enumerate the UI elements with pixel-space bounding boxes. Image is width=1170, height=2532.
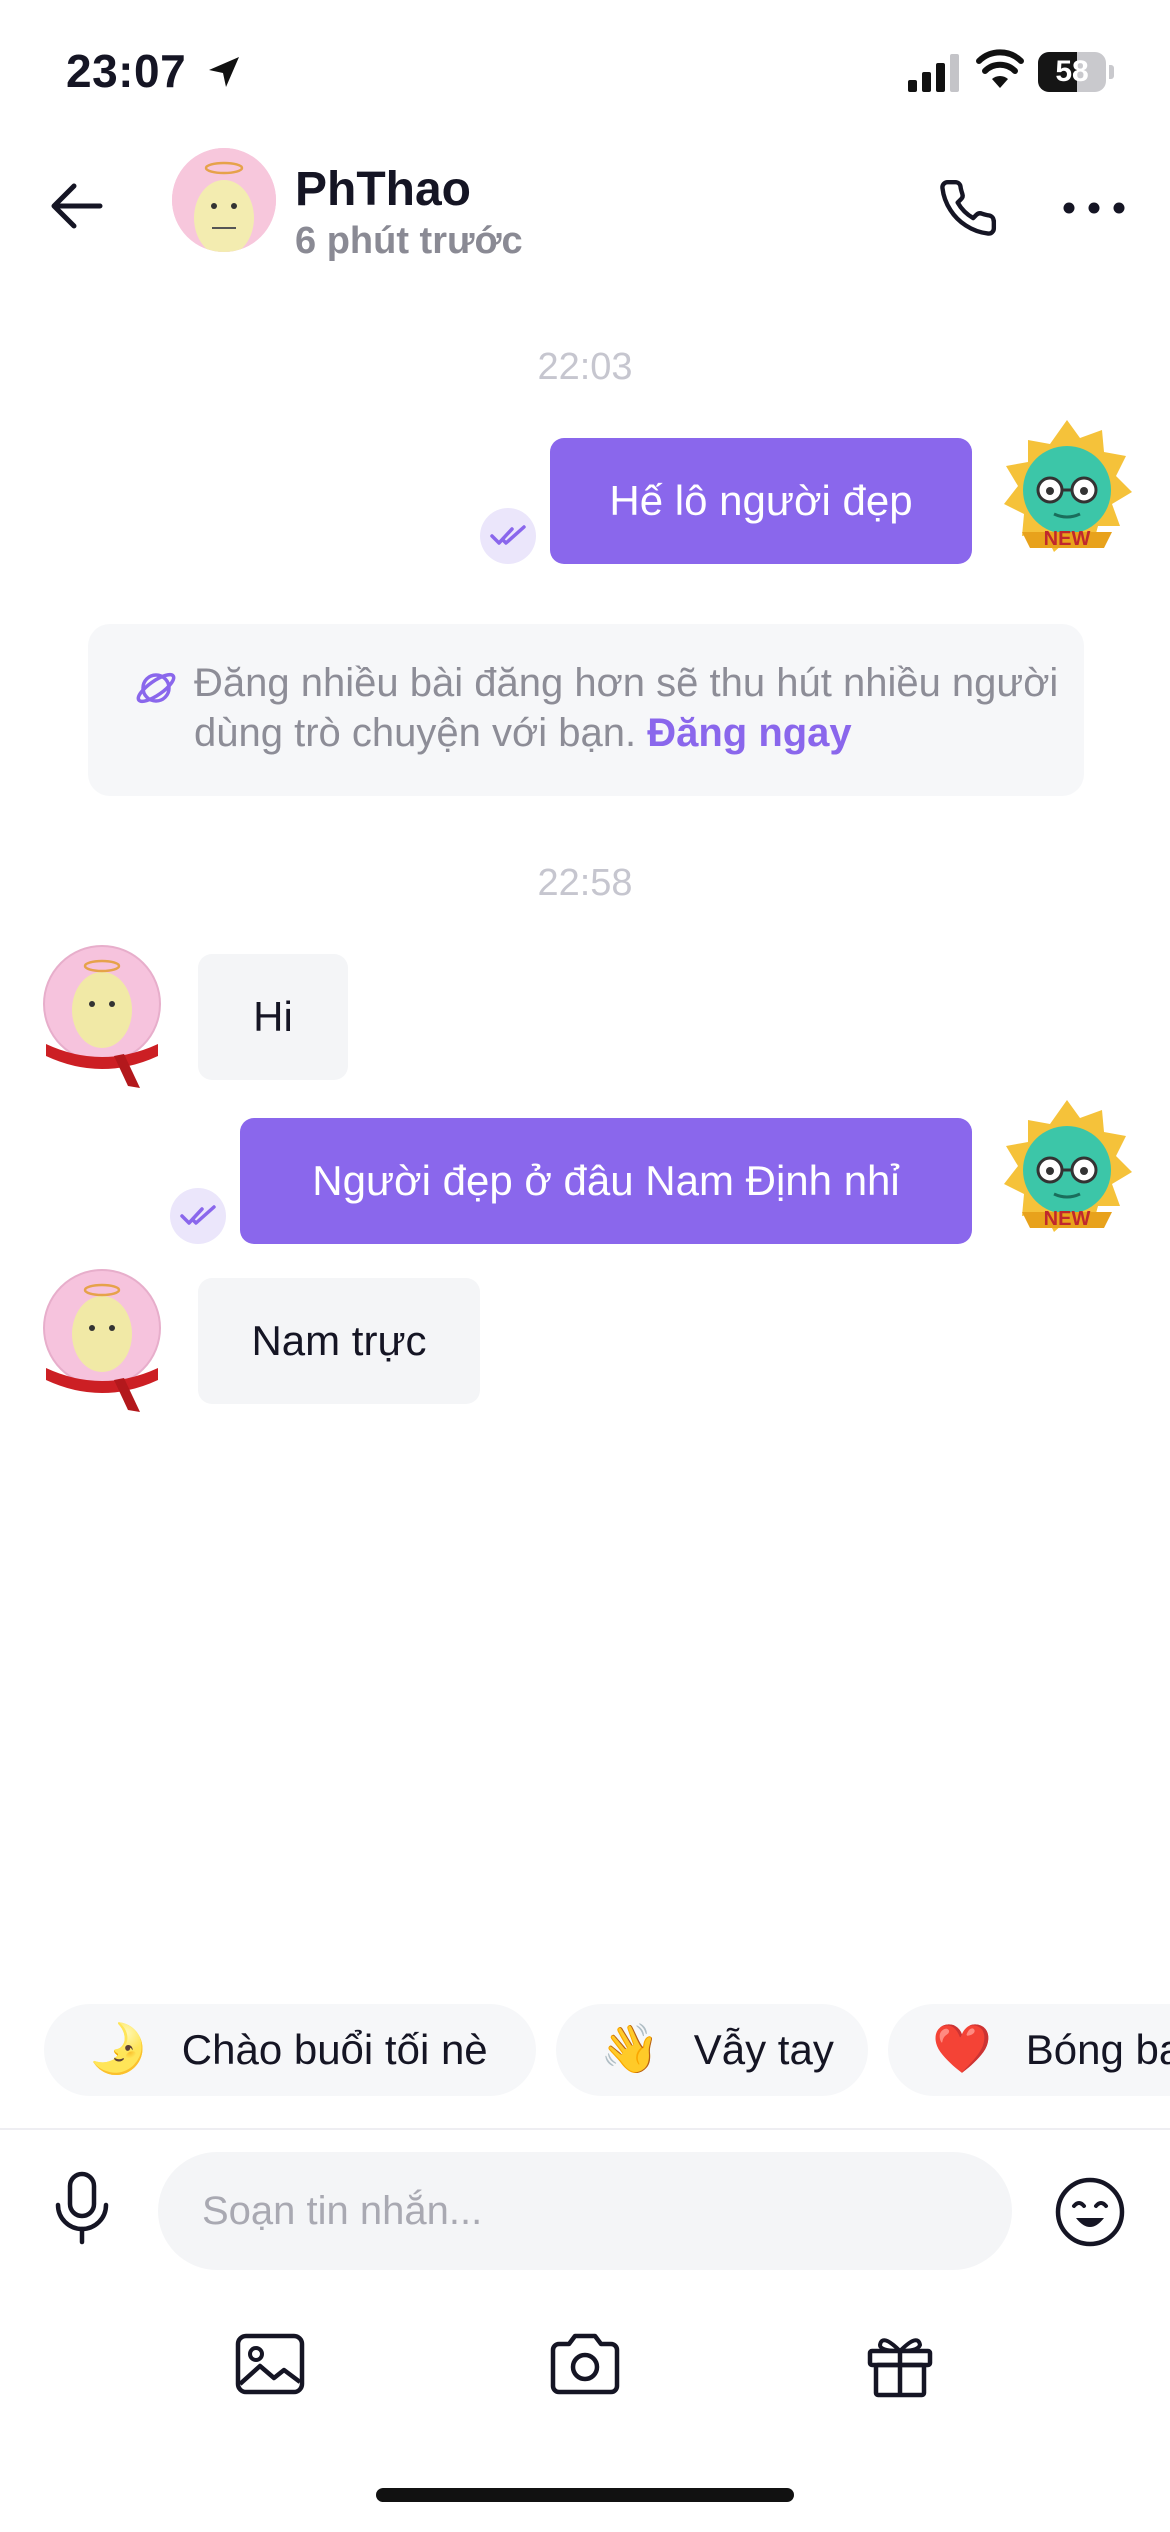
divider	[0, 2128, 1170, 2130]
more-horizontal-icon	[1063, 202, 1125, 214]
gift-button[interactable]	[860, 2326, 940, 2402]
incoming-message[interactable]: Nam trực	[198, 1278, 480, 1404]
read-receipt	[480, 508, 536, 564]
more-options-button[interactable]	[1056, 178, 1132, 238]
contact-avatar-small[interactable]	[40, 1268, 170, 1418]
message-input[interactable]	[202, 2152, 982, 2270]
emoji-button[interactable]	[1050, 2172, 1130, 2252]
heart-icon: ❤️	[932, 2023, 992, 2076]
cellular-signal-icon	[908, 54, 959, 92]
avatar-image	[172, 148, 276, 252]
avatar-image	[43, 945, 161, 1088]
voice-message-button[interactable]	[44, 2168, 120, 2248]
call-button[interactable]	[930, 170, 1006, 246]
new-badge: NEW	[1044, 1208, 1091, 1230]
avatar-image: NEW	[1004, 1100, 1132, 1232]
planet-icon	[136, 672, 176, 704]
battery-level: 58	[1055, 55, 1089, 88]
double-check-icon	[180, 1205, 216, 1225]
tip-message: Đăng nhiều bài đăng hơn sẽ thu hút nhiều…	[194, 661, 1059, 755]
new-badge: NEW	[1044, 528, 1091, 550]
double-check-icon	[490, 525, 526, 545]
arrow-left-icon	[51, 183, 103, 229]
quick-reply-label: Vẫy tay	[693, 2026, 834, 2073]
camera-icon	[550, 2333, 620, 2395]
contact-avatar[interactable]	[172, 148, 276, 252]
avatar-image: NEW	[1004, 420, 1132, 552]
location-arrow-icon	[209, 57, 239, 87]
image-button[interactable]	[230, 2326, 310, 2402]
wifi-icon	[976, 49, 1024, 88]
my-avatar[interactable]: NEW	[992, 1096, 1142, 1246]
post-now-link[interactable]: Đăng ngay	[647, 711, 851, 755]
read-receipt	[170, 1188, 226, 1244]
camera-button[interactable]	[545, 2326, 625, 2402]
tip-banner[interactable]: Đăng nhiều bài đăng hơn sẽ thu hút nhiều…	[88, 624, 1084, 796]
status-time: 23:07	[66, 45, 187, 97]
emoji-icon	[1055, 2177, 1125, 2247]
chat-timestamp: 22:03	[537, 346, 633, 388]
last-seen-text: 6 phút trước	[295, 220, 523, 262]
back-button[interactable]	[40, 170, 112, 242]
avatar-image	[43, 1269, 161, 1412]
contact-name[interactable]: PhThao	[295, 162, 471, 217]
quick-reply-chip[interactable]: 🌛 Chào buổi tối nè	[44, 2004, 536, 2096]
home-indicator	[376, 2488, 794, 2502]
quick-reply-label: Bóng bay	[1025, 2026, 1170, 2073]
contact-avatar-small[interactable]	[40, 944, 170, 1094]
outgoing-message[interactable]: Hế lô người đẹp	[550, 438, 972, 564]
phone-icon	[940, 179, 997, 236]
quick-reply-label: Chào buổi tối nè	[181, 2026, 488, 2073]
outgoing-message[interactable]: Người đẹp ở đâu Nam Định nhỉ	[240, 1118, 972, 1244]
my-avatar[interactable]: NEW	[992, 416, 1142, 566]
gift-icon	[867, 2338, 933, 2398]
wave-icon: 👋	[600, 2023, 660, 2076]
incoming-message[interactable]: Hi	[198, 954, 348, 1080]
quick-reply-chip[interactable]: 👋 Vẫy tay	[556, 2004, 868, 2096]
image-icon	[235, 2333, 305, 2395]
quick-reply-chip[interactable]: ❤️ Bóng bay	[888, 2004, 1170, 2096]
battery-indicator: 58	[1038, 52, 1114, 92]
microphone-icon	[55, 2171, 109, 2245]
tip-text: Đăng nhiều bài đăng hơn sẽ thu hút nhiều…	[194, 658, 1064, 758]
message-composer[interactable]	[158, 2152, 1012, 2270]
chat-timestamp: 22:58	[537, 862, 633, 904]
moon-icon: 🌛	[88, 2023, 148, 2076]
